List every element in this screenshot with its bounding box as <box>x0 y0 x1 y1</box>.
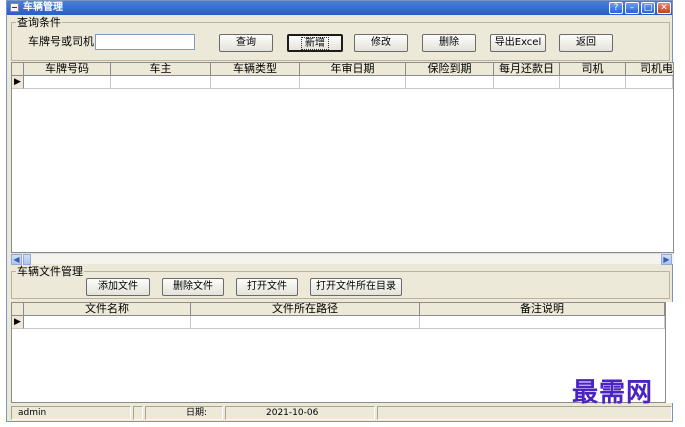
column-header[interactable]: 年审日期 <box>300 63 406 76</box>
vehicle-table-header: 车牌号码 车主 车辆类型 年审日期 保险到期 每月还款日 司机 司机电 <box>12 63 673 76</box>
help-button[interactable]: ? <box>609 2 623 14</box>
table-cell[interactable] <box>406 76 494 89</box>
status-empty-panel <box>377 406 672 420</box>
vehicle-management-window: 车辆管理 ? – □ ✕ 查询条件 车牌号或司机 查询 新增 修改 删除 导出E… <box>6 0 674 422</box>
close-button[interactable]: ✕ <box>657 2 671 14</box>
table-cell[interactable] <box>24 76 111 89</box>
back-button[interactable]: 返回 <box>559 34 613 52</box>
open-directory-button[interactable]: 打开文件所在目录 <box>310 278 402 296</box>
add-button-label: 新增 <box>301 37 329 50</box>
table-cell[interactable] <box>626 76 673 89</box>
column-header[interactable]: 文件名称 <box>24 303 191 316</box>
column-header[interactable]: 车辆类型 <box>211 63 300 76</box>
table-row[interactable]: ▶ <box>12 76 673 89</box>
system-menu-icon[interactable] <box>10 3 19 12</box>
status-date-label: 日期: <box>145 406 223 420</box>
add-file-button[interactable]: 添加文件 <box>86 278 150 296</box>
scroll-thumb[interactable] <box>23 254 31 265</box>
status-date-value: 2021-10-06 <box>225 406 375 420</box>
row-indicator: ▶ <box>12 316 24 329</box>
scroll-right-arrow[interactable]: ▶ <box>661 254 672 265</box>
plate-or-driver-label: 车牌号或司机 <box>28 35 94 48</box>
column-header[interactable]: 车主 <box>111 63 211 76</box>
table-cell[interactable] <box>211 76 300 89</box>
add-button[interactable]: 新增 <box>287 34 343 52</box>
status-bar: admin 日期: 2021-10-06 <box>11 406 674 420</box>
column-header[interactable]: 每月还款日 <box>494 63 560 76</box>
table-cell[interactable] <box>560 76 626 89</box>
open-file-button[interactable]: 打开文件 <box>236 278 298 296</box>
title-bar: 车辆管理 ? – □ ✕ <box>7 1 672 15</box>
table-cell[interactable] <box>494 76 560 89</box>
scroll-left-arrow[interactable]: ◀ <box>11 254 22 265</box>
query-button[interactable]: 查询 <box>219 34 273 52</box>
search-conditions-group: 查询条件 车牌号或司机 查询 新增 修改 删除 导出Excel 返回 <box>11 16 670 61</box>
column-header[interactable]: 备注说明 <box>420 303 665 316</box>
delete-file-button[interactable]: 删除文件 <box>162 278 224 296</box>
header-corner <box>12 303 24 316</box>
edit-button[interactable]: 修改 <box>354 34 408 52</box>
row-indicator: ▶ <box>12 76 24 89</box>
minimize-button[interactable]: – <box>625 2 639 14</box>
plate-or-driver-input[interactable] <box>95 34 195 50</box>
vehicle-table[interactable]: 车牌号码 车主 车辆类型 年审日期 保险到期 每月还款日 司机 司机电 ▶ <box>11 62 674 253</box>
table-row[interactable]: ▶ <box>12 316 665 329</box>
table-cell[interactable] <box>300 76 406 89</box>
column-header[interactable]: 保险到期 <box>406 63 494 76</box>
watermark-logo: 最需网 <box>572 378 654 408</box>
column-header[interactable]: 司机 <box>560 63 626 76</box>
table-cell[interactable] <box>191 316 420 329</box>
table-cell[interactable] <box>420 316 665 329</box>
delete-button[interactable]: 删除 <box>422 34 476 52</box>
status-spacer <box>133 406 143 420</box>
export-excel-button[interactable]: 导出Excel <box>490 34 546 52</box>
horizontal-scrollbar[interactable]: ◀ ▶ <box>11 253 674 265</box>
column-header[interactable]: 司机电 <box>626 63 673 76</box>
column-header[interactable]: 文件所在路径 <box>191 303 420 316</box>
table-cell[interactable] <box>24 316 191 329</box>
window-title: 车辆管理 <box>23 2 63 13</box>
column-header[interactable]: 车牌号码 <box>24 63 111 76</box>
right-margin <box>666 302 674 403</box>
search-group-title: 查询条件 <box>16 16 62 29</box>
files-table[interactable]: 文件名称 文件所在路径 备注说明 ▶ <box>11 302 666 403</box>
status-user: admin <box>11 406 131 420</box>
file-management-group: 车辆文件管理 添加文件 删除文件 打开文件 打开文件所在目录 <box>11 265 670 299</box>
header-corner <box>12 63 24 76</box>
table-cell[interactable] <box>111 76 211 89</box>
file-group-title: 车辆文件管理 <box>16 265 84 278</box>
maximize-button[interactable]: □ <box>641 2 655 14</box>
files-table-header: 文件名称 文件所在路径 备注说明 <box>12 303 665 316</box>
